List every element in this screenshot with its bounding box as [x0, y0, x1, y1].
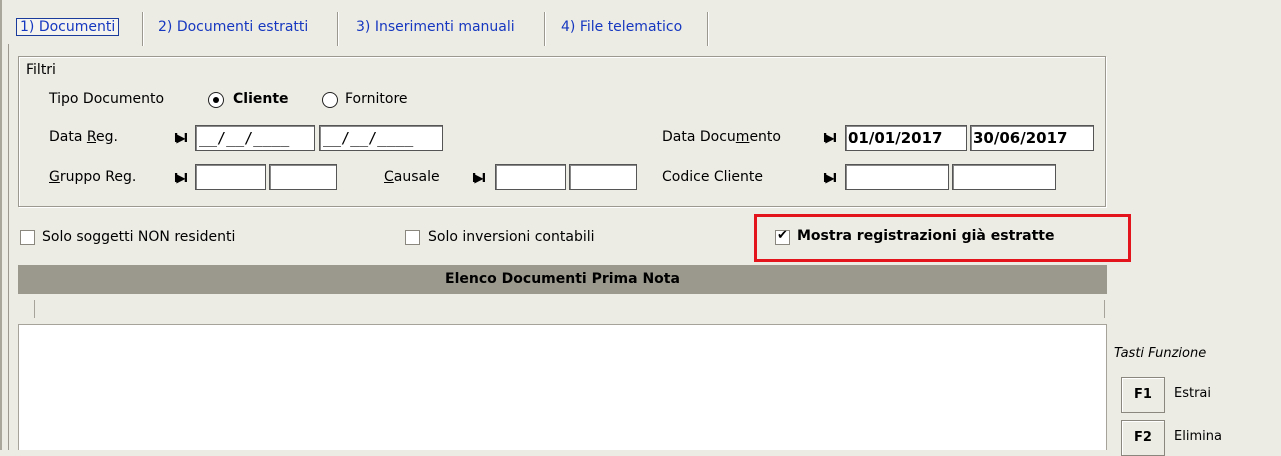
- fornitore-radio-label[interactable]: Fornitore: [345, 91, 408, 107]
- tab-separator: [707, 12, 709, 46]
- list-column-header-row[interactable]: [18, 294, 1107, 325]
- f2-key-label: Elimina: [1174, 429, 1222, 444]
- data-reg-to-field[interactable]: __/__/____: [319, 125, 443, 151]
- data-reg-from-field[interactable]: __/__/____: [195, 125, 315, 151]
- gruppo-reg-nav-button[interactable]: I▶I: [169, 167, 191, 191]
- fornitore-radio[interactable]: [322, 92, 338, 108]
- data-documento-nav-button[interactable]: I▶I: [818, 127, 840, 151]
- gruppo-reg-label: Gruppo Reg.: [49, 169, 137, 185]
- window-left-edge: [0, 0, 2, 450]
- mostra-estratte-checkbox[interactable]: [775, 228, 790, 245]
- tab-documenti-estratti[interactable]: 2) Documenti estratti: [158, 10, 308, 48]
- data-documento-from-field[interactable]: 01/01/2017: [845, 125, 967, 151]
- tab-file-telematico[interactable]: 4) File telematico: [561, 10, 682, 48]
- data-documento-to-field[interactable]: 30/06/2017: [970, 125, 1094, 151]
- data-reg-nav-button[interactable]: I▶I: [169, 127, 191, 151]
- gruppo-reg-field-1[interactable]: [195, 164, 266, 190]
- column-divider: [1104, 300, 1105, 318]
- function-keys-title: Tasti Funzione: [1114, 346, 1207, 361]
- data-reg-label: Data Reg.: [49, 129, 118, 145]
- f1-key-label: Estrai: [1174, 386, 1212, 401]
- codice-cliente-label: Codice Cliente: [662, 169, 764, 185]
- data-documento-label: Data Documento: [662, 129, 781, 145]
- solo-inversioni-label[interactable]: Solo inversioni contabili: [428, 229, 595, 245]
- solo-inversioni-checkbox[interactable]: [405, 230, 420, 245]
- causale-nav-button[interactable]: I▶I: [467, 167, 489, 191]
- filters-group: Filtri Tipo Documento Cliente Fornitore …: [18, 56, 1106, 207]
- list-header: Elenco Documenti Prima Nota: [18, 265, 1107, 294]
- tab-separator: [142, 12, 144, 46]
- causale-label: Causale: [384, 169, 440, 185]
- solo-non-residenti-label[interactable]: Solo soggetti NON residenti: [42, 229, 235, 245]
- gruppo-reg-field-2[interactable]: [269, 164, 337, 190]
- cliente-radio[interactable]: [208, 92, 224, 108]
- cliente-radio-label[interactable]: Cliente: [233, 91, 289, 107]
- solo-non-residenti-checkbox[interactable]: [20, 230, 35, 245]
- documents-list[interactable]: [18, 325, 1107, 450]
- f1-key-button[interactable]: F1: [1121, 377, 1165, 413]
- tab-inserimenti-manuali[interactable]: 3) Inserimenti manuali: [356, 10, 515, 48]
- mostra-estratte-label[interactable]: Mostra registrazioni già estratte: [797, 228, 1055, 244]
- tab-documenti[interactable]: 1) Documenti: [16, 10, 120, 48]
- tab-separator: [544, 12, 546, 46]
- tab-separator: [337, 12, 339, 46]
- filters-title: Filtri: [26, 62, 56, 78]
- tipo-documento-label: Tipo Documento: [49, 91, 165, 107]
- causale-field-2[interactable]: [569, 164, 637, 190]
- codice-cliente-nav-button[interactable]: I▶I: [818, 167, 840, 191]
- f2-key-button[interactable]: F2: [1121, 420, 1165, 456]
- causale-field-1[interactable]: [495, 164, 566, 190]
- column-divider: [34, 300, 35, 318]
- codice-cliente-field-1[interactable]: [845, 164, 949, 190]
- panel-left-border: [8, 44, 9, 450]
- codice-cliente-field-2[interactable]: [952, 164, 1056, 190]
